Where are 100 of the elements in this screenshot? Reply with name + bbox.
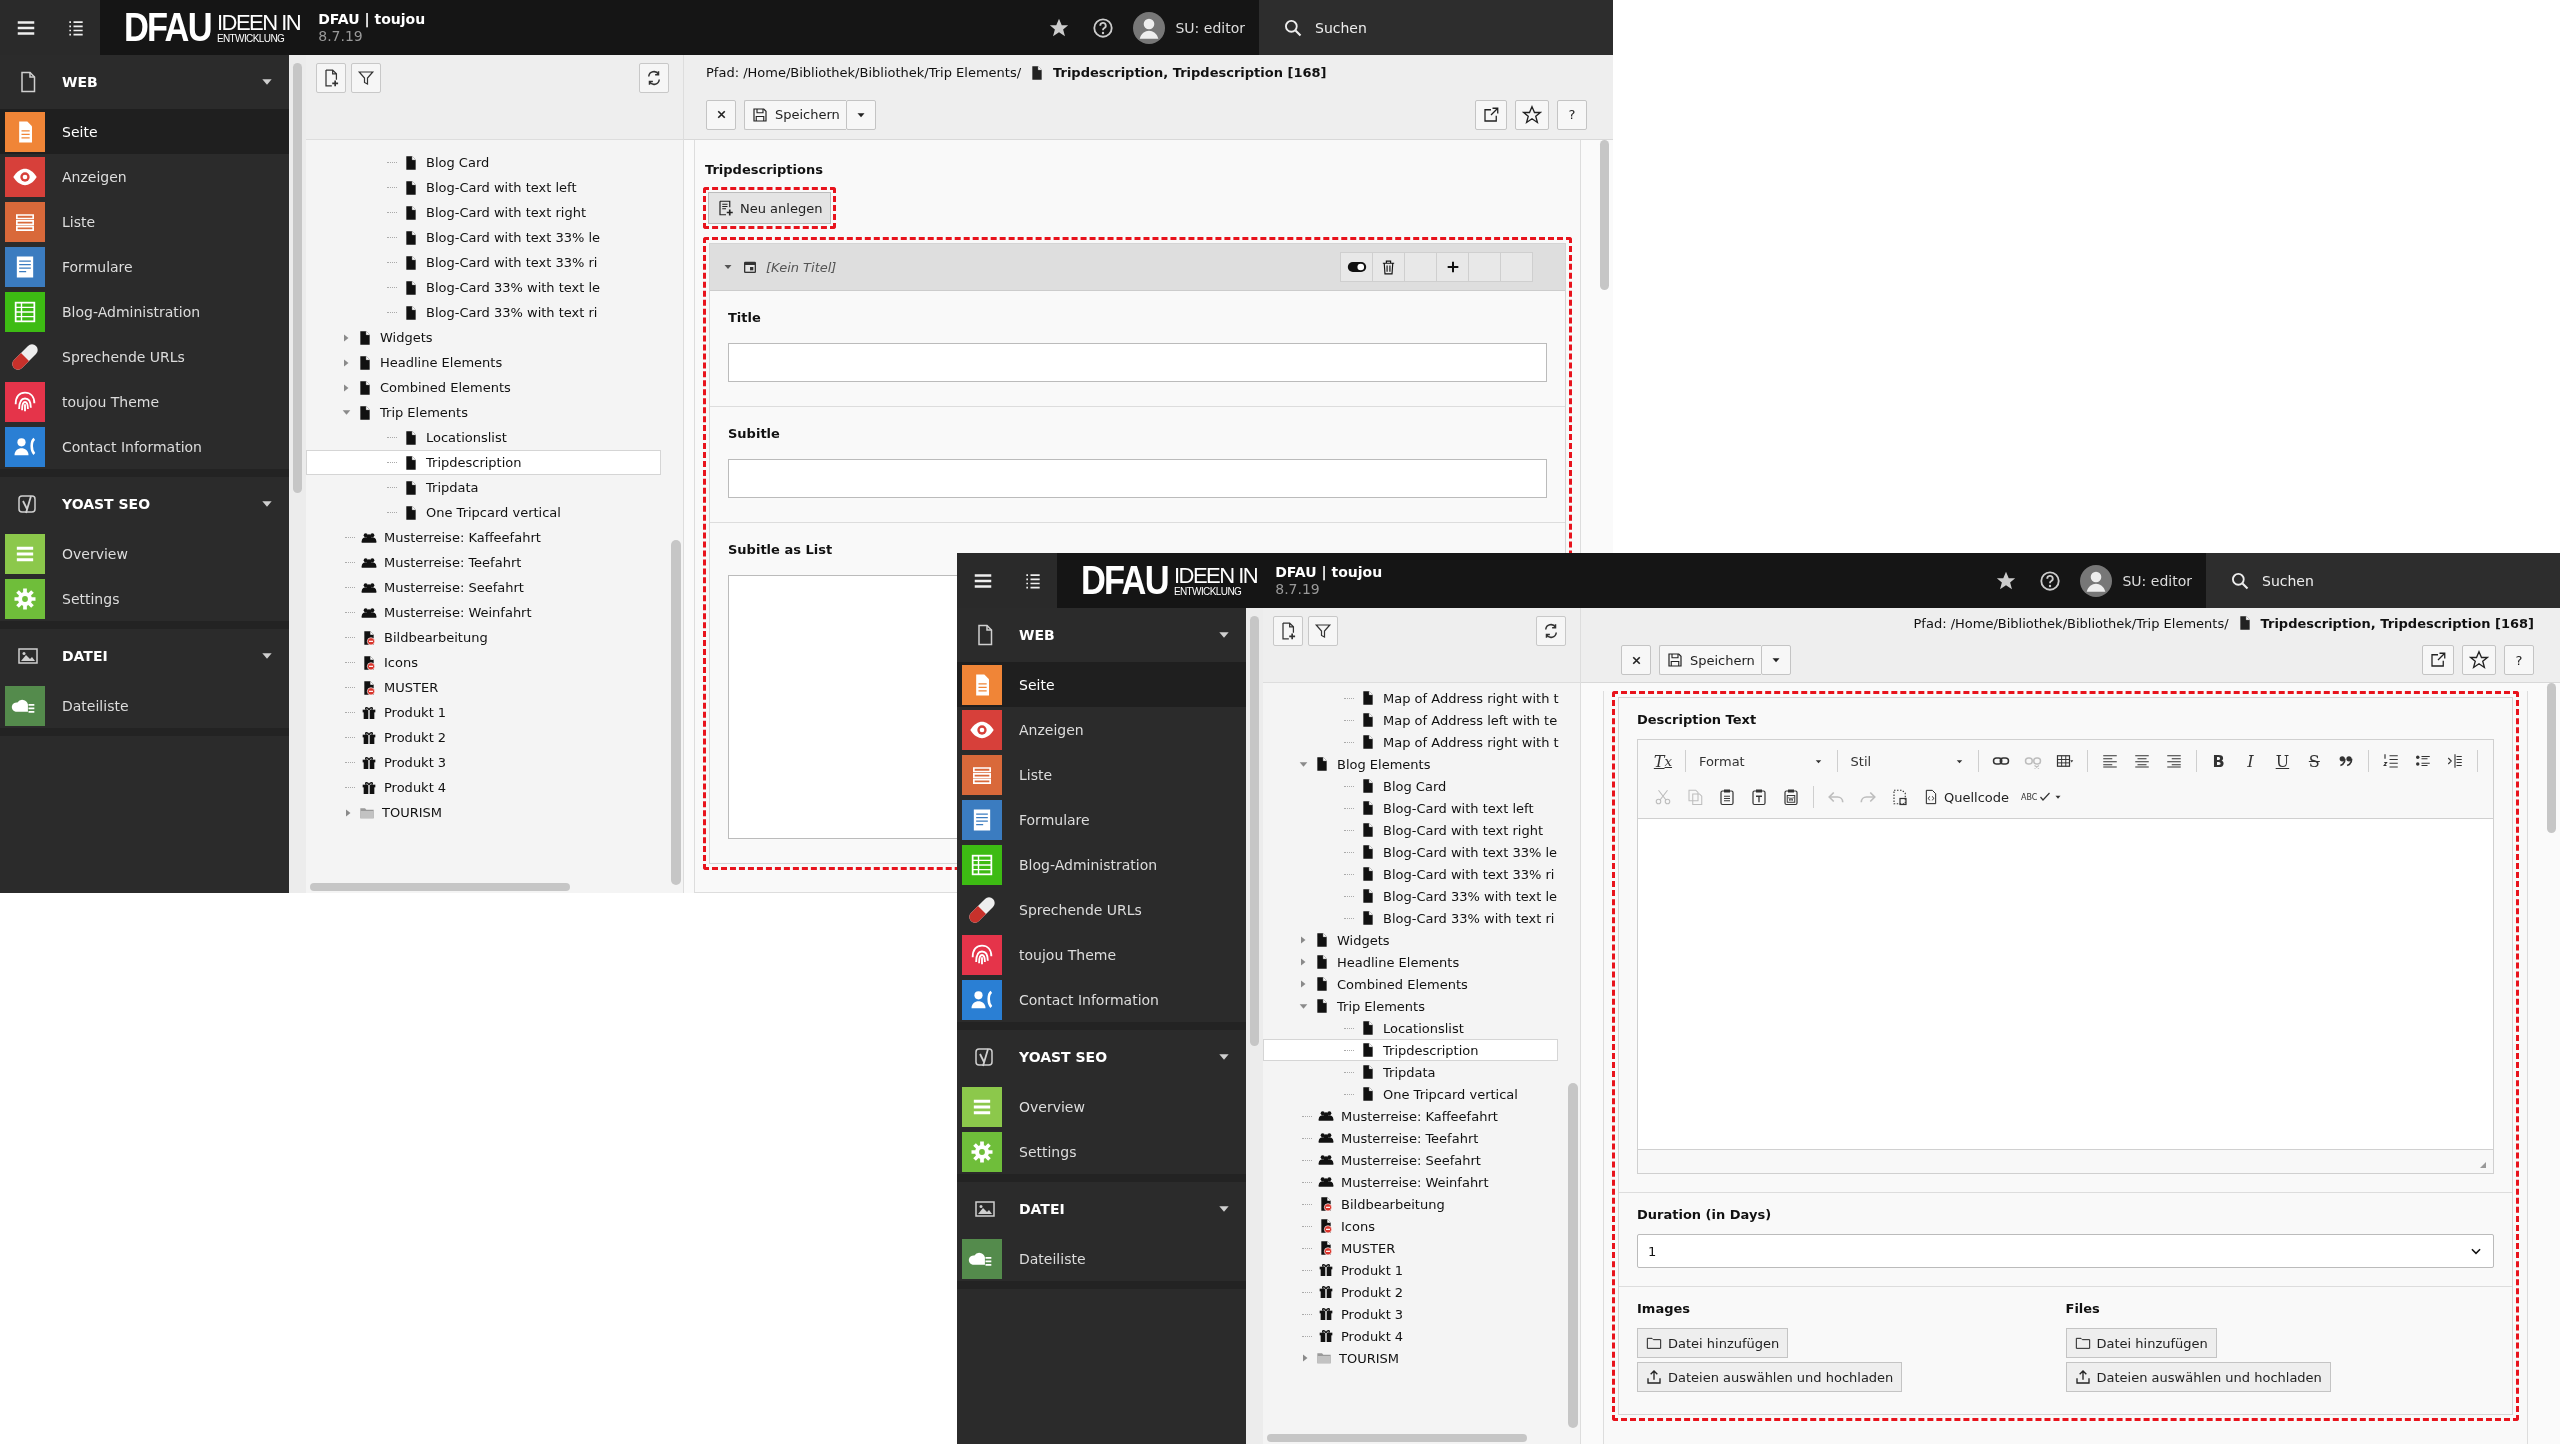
format-dropdown[interactable]: Format xyxy=(1692,748,1830,774)
tree-item[interactable]: Headline Elements xyxy=(1263,951,1558,973)
refresh-button[interactable] xyxy=(1536,616,1566,646)
module-menu-item[interactable]: toujou Theme xyxy=(957,932,1246,977)
open-window-button[interactable] xyxy=(2422,645,2454,675)
scrollbar-thumb[interactable] xyxy=(1568,1083,1578,1428)
user-menu[interactable]: SU: editor xyxy=(2072,553,2206,608)
help-icon[interactable] xyxy=(1092,16,1115,39)
tree-item[interactable]: Musterreise: Kaffeefahrt xyxy=(1263,1105,1558,1127)
scrollbar-thumb[interactable] xyxy=(1600,140,1609,290)
tree-item[interactable]: Musterreise: Teefahrt xyxy=(306,550,661,575)
tree-item[interactable]: Widgets xyxy=(1263,929,1558,951)
new-page-button[interactable] xyxy=(1273,616,1303,646)
tree-item[interactable]: Produkt 1 xyxy=(1263,1259,1558,1281)
save-button[interactable]: Speichern xyxy=(1659,645,1761,675)
tree-item[interactable]: Musterreise: Seefahrt xyxy=(1263,1149,1558,1171)
tree-item[interactable]: Produkt 3 xyxy=(306,750,661,775)
tree-item[interactable]: Blog-Card with text left xyxy=(1263,797,1558,819)
visibility-toggle-button[interactable] xyxy=(1340,252,1373,282)
tree-item[interactable]: Produkt 4 xyxy=(1263,1325,1558,1347)
tree-item[interactable]: Trip Elements xyxy=(306,400,661,425)
module-menu-item[interactable]: Settings xyxy=(957,1129,1246,1174)
tree-item[interactable]: Produkt 2 xyxy=(306,725,661,750)
tree-item[interactable]: Blog-Card with text 33% ri xyxy=(306,250,661,275)
tree-item[interactable]: One Tripcard vertical xyxy=(306,500,661,525)
scrollbar-thumb[interactable] xyxy=(671,540,681,885)
tree-item[interactable]: Locationslist xyxy=(1263,1017,1558,1039)
module-menu-item[interactable]: toujou Theme xyxy=(0,379,289,424)
scrollbar-thumb[interactable] xyxy=(310,883,570,891)
tree-item[interactable]: Blog-Card 33% with text le xyxy=(306,275,661,300)
delete-button[interactable] xyxy=(1372,252,1405,282)
bookmark-button[interactable] xyxy=(2462,645,2496,675)
tree-item[interactable]: Produkt 2 xyxy=(1263,1281,1558,1303)
module-menu-item[interactable]: Settings xyxy=(0,576,289,621)
format-dropdown[interactable]: Stil xyxy=(1844,748,1972,774)
tree-item[interactable]: Blog-Card with text right xyxy=(1263,819,1558,841)
module-menu-item[interactable]: Dateiliste xyxy=(0,683,289,728)
save-button[interactable]: Speichern xyxy=(744,99,846,130)
input-field[interactable] xyxy=(728,459,1547,498)
spellcheck-button[interactable]: ABC xyxy=(2017,784,2068,810)
source-button[interactable]: Quellcode xyxy=(1917,784,2016,810)
open-window-button[interactable] xyxy=(1475,99,1507,130)
tree-item[interactable]: Tripdata xyxy=(306,475,661,500)
tree-item[interactable]: Bildbearbeitung xyxy=(1263,1193,1558,1215)
module-menu-item[interactable]: Blog-Administration xyxy=(957,842,1246,887)
tree-item[interactable]: Produkt 4 xyxy=(306,775,661,800)
add-file-button[interactable]: Datei hinzufügen xyxy=(1637,1328,1789,1358)
tree-item[interactable]: Tripdata xyxy=(1263,1061,1558,1083)
module-menu-item[interactable]: Contact Information xyxy=(957,977,1246,1022)
close-button[interactable] xyxy=(706,99,736,130)
module-menu-item[interactable]: Liste xyxy=(0,199,289,244)
tree-item[interactable]: Musterreise: Weinfahrt xyxy=(306,600,661,625)
underline-button[interactable]: U xyxy=(2267,748,2298,774)
tree-item[interactable]: Blog-Card with text left xyxy=(306,175,661,200)
module-menu-item[interactable]: Formulare xyxy=(957,797,1246,842)
input-field[interactable] xyxy=(728,343,1547,382)
bookmark-button[interactable] xyxy=(1515,99,1549,130)
bold-button[interactable]: B xyxy=(2203,748,2234,774)
module-menu-item[interactable]: Overview xyxy=(0,531,289,576)
tree-item[interactable]: Blog-Card with text right xyxy=(306,200,661,225)
module-menu-item[interactable]: Blog-Administration xyxy=(0,289,289,334)
help-icon[interactable] xyxy=(2039,569,2062,592)
scrollbar-thumb[interactable] xyxy=(2547,683,2556,833)
module-menu-item[interactable]: Liste xyxy=(957,752,1246,797)
new-record-button[interactable]: Neu anlegen xyxy=(708,192,832,224)
tree-item[interactable]: Musterreise: Seefahrt xyxy=(306,575,661,600)
filter-button[interactable] xyxy=(351,63,381,93)
tree-item[interactable]: Produkt 1 xyxy=(306,700,661,725)
module-menu-item[interactable]: Sprechende URLs xyxy=(957,887,1246,932)
tree-item[interactable]: Icons xyxy=(1263,1215,1558,1237)
tree-item[interactable]: Blog Card xyxy=(306,150,661,175)
tree-item[interactable]: TOURISM xyxy=(306,800,661,825)
module-menu-item[interactable]: Seite xyxy=(957,662,1246,707)
refresh-button[interactable] xyxy=(639,63,669,93)
search-button[interactable]: Suchen xyxy=(1259,0,1613,55)
tree-item[interactable]: Map of Address right with t xyxy=(1263,731,1558,753)
module-menu-item[interactable]: Seite xyxy=(0,109,289,154)
module-menu-item[interactable]: Anzeigen xyxy=(0,154,289,199)
tree-item[interactable]: Produkt 3 xyxy=(1263,1303,1558,1325)
tree-item[interactable]: Widgets xyxy=(306,325,661,350)
add-file-button[interactable]: Datei hinzufügen xyxy=(2065,1328,2217,1358)
module-menu-item[interactable]: Overview xyxy=(957,1084,1246,1129)
tree-item[interactable]: One Tripcard vertical xyxy=(1263,1083,1558,1105)
tree-item[interactable]: Headline Elements xyxy=(306,350,661,375)
strikethrough-button[interactable]: S xyxy=(2299,748,2330,774)
tree-item[interactable]: Blog-Card 33% with text ri xyxy=(1263,907,1558,929)
scrollbar-thumb[interactable] xyxy=(293,63,302,493)
tree-item[interactable]: Blog-Card 33% with text ri xyxy=(306,300,661,325)
module-menu-item[interactable]: Formulare xyxy=(0,244,289,289)
scrollbar-thumb[interactable] xyxy=(1267,1434,1527,1442)
tree-item[interactable]: Musterreise: Weinfahrt xyxy=(1263,1171,1558,1193)
tree-item[interactable]: Locationslist xyxy=(306,425,661,450)
tree-item[interactable]: Musterreise: Teefahrt xyxy=(1263,1127,1558,1149)
tree-item[interactable]: Combined Elements xyxy=(1263,973,1558,995)
tree-item[interactable]: Blog-Card with text 33% ri xyxy=(1263,863,1558,885)
new-page-button[interactable] xyxy=(316,63,346,93)
tree-item[interactable]: Musterreise: Kaffeefahrt xyxy=(306,525,661,550)
tree-item[interactable]: Icons xyxy=(306,650,661,675)
module-menu-item[interactable]: Dateiliste xyxy=(957,1236,1246,1281)
tree-item[interactable]: Bildbearbeitung xyxy=(306,625,661,650)
